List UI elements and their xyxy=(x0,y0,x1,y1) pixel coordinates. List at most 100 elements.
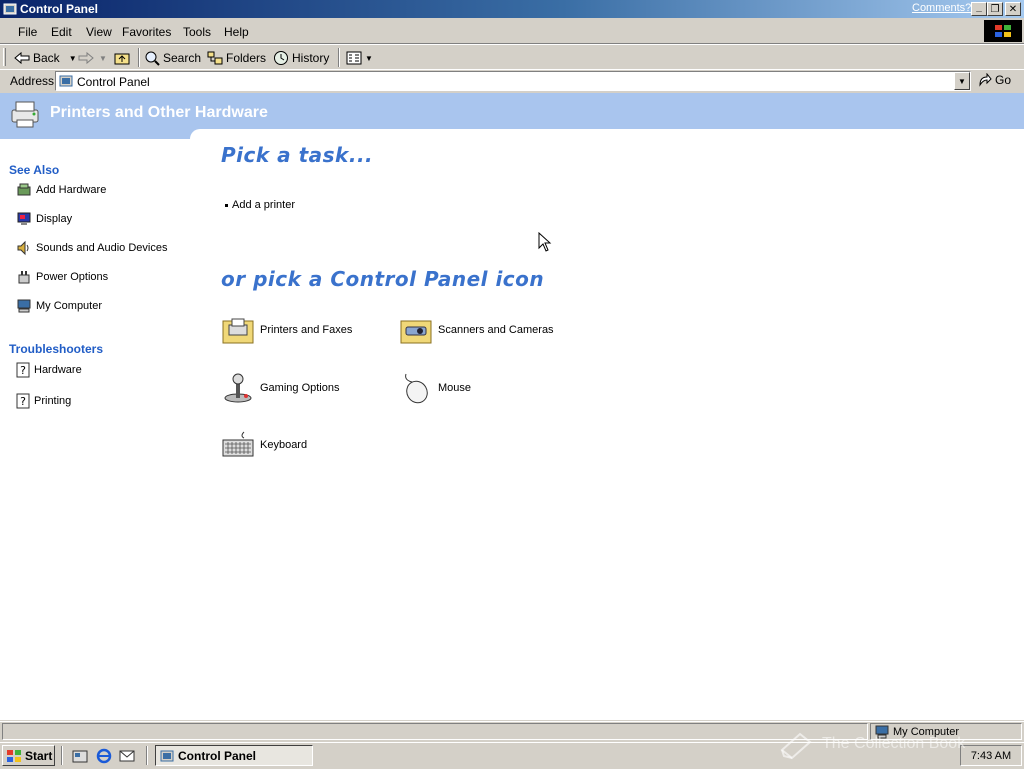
printers-faxes-icon xyxy=(222,318,254,344)
cp-printers-and-faxes[interactable]: Printers and Faxes xyxy=(222,315,352,345)
see-also-add-hardware[interactable]: Add Hardware xyxy=(16,182,106,198)
views-dropdown-icon: ▼ xyxy=(365,53,373,63)
internet-explorer-icon[interactable] xyxy=(96,748,112,764)
close-button[interactable]: ✕ xyxy=(1005,2,1021,16)
windows-flag-icon xyxy=(995,25,1011,37)
taskbar-separator xyxy=(61,746,63,765)
views-icon xyxy=(346,51,362,65)
back-dropdown-icon[interactable]: ▼ xyxy=(69,54,77,63)
forward-arrow-icon xyxy=(78,51,94,65)
show-desktop-icon[interactable] xyxy=(72,748,88,764)
history-button[interactable]: History xyxy=(273,49,329,67)
my-computer-icon xyxy=(17,299,31,313)
views-button[interactable]: ▼ xyxy=(346,49,373,67)
system-tray-clock[interactable]: 7:43 AM xyxy=(960,745,1022,766)
back-button[interactable]: Back ▼ xyxy=(14,49,77,67)
keyboard-icon xyxy=(222,431,254,457)
mouse-label: Mouse xyxy=(438,382,472,394)
minimize-icon: _ xyxy=(976,1,982,13)
control-panel-icon xyxy=(59,75,73,87)
menu-favorites[interactable]: Favorites xyxy=(122,25,171,39)
mouse-pointer-icon xyxy=(538,232,552,252)
see-also-power-options[interactable]: Power Options xyxy=(16,269,108,285)
go-label: Go xyxy=(995,73,1012,87)
see-also-my-computer[interactable]: My Computer xyxy=(16,298,102,314)
forward-dropdown-icon[interactable]: ▼ xyxy=(99,54,107,63)
standard-toolbar: Back ▼ ▼ Search Folders History ▼ xyxy=(0,44,1024,70)
menu-tools[interactable]: Tools xyxy=(183,25,211,39)
troubleshooters-title: Troubleshooters xyxy=(9,342,104,356)
close-icon: ✕ xyxy=(1008,3,1018,15)
menu-file[interactable]: File xyxy=(18,25,37,39)
folders-label: Folders xyxy=(226,51,267,65)
keyboard-label: Keyboard xyxy=(260,439,308,451)
add-hardware-label: Add Hardware xyxy=(36,184,107,196)
outlook-express-icon[interactable] xyxy=(119,748,135,764)
restore-button[interactable]: ❐ xyxy=(987,2,1003,16)
zone-label: My Computer xyxy=(893,725,960,738)
bullet-icon xyxy=(225,203,228,207)
joystick-icon xyxy=(224,373,252,403)
hardware-troubleshooter-label: Hardware xyxy=(34,364,82,376)
minimize-button[interactable]: _ xyxy=(971,2,987,16)
start-label: Start xyxy=(25,748,53,763)
address-input[interactable]: Control Panel ▼ xyxy=(55,71,971,91)
title-bar[interactable]: Control Panel Comments? _ ❐ ✕ xyxy=(0,0,1024,18)
help-icon: ? xyxy=(16,393,30,409)
start-button[interactable]: Start xyxy=(2,745,55,766)
svg-text:?: ? xyxy=(20,364,26,377)
address-value: Control Panel xyxy=(77,75,150,89)
up-folder-icon xyxy=(114,53,130,65)
taskbar-separator xyxy=(146,746,148,765)
address-dropdown-button[interactable]: ▼ xyxy=(954,72,970,90)
menu-view[interactable]: View xyxy=(86,25,112,39)
gaming-options-label: Gaming Options xyxy=(260,382,340,394)
cp-scanners-and-cameras[interactable]: Scanners and Cameras xyxy=(400,315,554,345)
chevron-down-icon: ▼ xyxy=(958,76,966,86)
mouse-icon xyxy=(405,373,428,404)
address-label: Address xyxy=(10,74,55,88)
printing-troubleshooter-label: Printing xyxy=(34,395,72,407)
speaker-icon xyxy=(17,240,29,256)
see-also-sounds[interactable]: Sounds and Audio Devices xyxy=(16,240,167,256)
back-label: Back xyxy=(33,51,60,65)
status-zone-pane: My Computer xyxy=(870,723,1022,740)
toolbar-separator xyxy=(138,48,140,67)
control-panel-icon xyxy=(3,3,17,15)
display-icon xyxy=(17,212,31,225)
folders-button[interactable]: Folders xyxy=(207,49,266,67)
printer-hardware-icon xyxy=(11,101,39,128)
pick-icon-heading: or pick a Control Panel icon xyxy=(221,267,545,291)
see-also-display[interactable]: Display xyxy=(16,211,72,227)
search-icon xyxy=(145,51,160,66)
search-button[interactable]: Search xyxy=(144,49,201,67)
taskbar-button-control-panel[interactable]: Control Panel xyxy=(155,745,313,766)
toolbar-grip[interactable] xyxy=(3,48,6,66)
go-arrow-icon xyxy=(979,73,992,87)
taskbar: Start Control Panel 7:43 AM xyxy=(0,742,1024,769)
cp-mouse[interactable]: Mouse xyxy=(400,372,471,404)
my-computer-label: My Computer xyxy=(36,300,103,312)
troubleshooter-printing[interactable]: ? Printing xyxy=(16,393,71,409)
search-label: Search xyxy=(163,51,202,65)
menu-edit[interactable]: Edit xyxy=(51,25,72,39)
comments-link[interactable]: Comments? xyxy=(912,2,971,14)
window-title: Control Panel xyxy=(20,2,99,16)
cp-gaming-options[interactable]: Gaming Options xyxy=(222,372,339,404)
windows-logo xyxy=(984,20,1022,42)
up-folder-button[interactable] xyxy=(114,49,130,67)
header-corner-mask xyxy=(190,129,214,139)
go-button[interactable]: Go xyxy=(978,73,1011,87)
forward-button[interactable]: ▼ xyxy=(78,49,107,67)
address-bar: Address Control Panel ▼ Go xyxy=(0,69,1024,94)
task-add-printer[interactable]: Add a printer xyxy=(225,199,295,211)
menu-bar: File Edit View Favorites Tools Help xyxy=(0,19,1024,44)
content-pane: Printers and Other Hardware See Also Add… xyxy=(0,93,1024,720)
history-icon xyxy=(274,51,288,65)
pick-task-heading: Pick a task... xyxy=(221,143,374,167)
troubleshooter-hardware[interactable]: ? Hardware xyxy=(16,362,82,378)
cp-keyboard[interactable]: Keyboard xyxy=(222,430,307,460)
menu-help[interactable]: Help xyxy=(224,25,249,39)
category-title: Printers and Other Hardware xyxy=(50,104,268,121)
display-label: Display xyxy=(36,213,73,225)
